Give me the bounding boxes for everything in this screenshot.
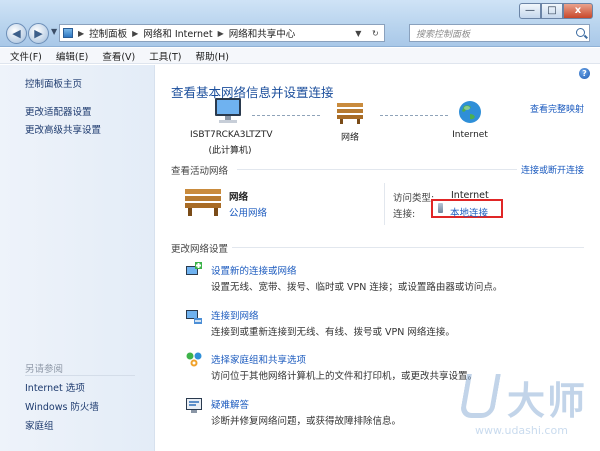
breadcrumb-separator-icon[interactable]: ▶	[132, 29, 138, 38]
page-title: 查看基本网络信息并设置连接	[171, 85, 334, 100]
connection-label: 连接:	[393, 209, 416, 220]
map-link-line	[252, 115, 320, 116]
breadcrumb-separator-icon[interactable]: ▶	[218, 29, 224, 38]
close-button[interactable]: x	[563, 3, 593, 19]
minimize-button[interactable]: —	[519, 3, 541, 19]
map-link-line	[380, 115, 448, 116]
help-icon[interactable]: ?	[579, 68, 590, 79]
search-icon[interactable]	[576, 28, 585, 37]
connect-network-icon	[186, 310, 202, 324]
connect-disconnect-link[interactable]: 连接或断开连接	[521, 163, 584, 176]
local-connection-link[interactable]: 本地连接	[450, 205, 488, 219]
troubleshoot-desc: 诊断并修复网络问题，或获得故障排除信息。	[211, 416, 402, 427]
see-full-map-link[interactable]: 查看完整映射	[530, 102, 584, 115]
menu-edit[interactable]: 编辑(E)	[56, 49, 88, 63]
windows-firewall-link[interactable]: Windows 防火墙	[25, 399, 99, 413]
address-bar[interactable]: ▶ 控制面板 ▶ 网络和 Internet ▶ 网络和共享中心 ▼ ↻	[59, 24, 385, 42]
breadcrumb-item[interactable]: 网络和共享中心	[229, 26, 296, 40]
homegroup-icon	[186, 352, 202, 367]
computer-sub: (此计算机)	[208, 146, 252, 156]
refresh-icon[interactable]: ↻	[372, 29, 379, 38]
history-dropdown-icon[interactable]: ▼	[51, 27, 57, 36]
network-node-label: 网络	[340, 133, 359, 143]
troubleshoot-link[interactable]: 疑难解答	[211, 397, 249, 411]
homegroup-sharing-link[interactable]: 选择家庭组和共享选项	[211, 352, 306, 366]
address-dropdown-icon[interactable]: ▼	[355, 29, 361, 38]
active-network-name: 网络	[229, 192, 249, 203]
access-type-label: 访问类型:	[393, 193, 435, 204]
new-connection-icon	[186, 262, 202, 275]
breadcrumb-separator-icon[interactable]: ▶	[78, 29, 84, 38]
section-divider	[232, 247, 584, 248]
section-divider	[237, 169, 517, 170]
search-input[interactable]: 搜索控制面板	[409, 24, 590, 42]
ethernet-plug-icon	[438, 203, 443, 213]
control-panel-home-link[interactable]: 控制面板主页	[25, 76, 82, 90]
menu-tools[interactable]: 工具(T)	[149, 49, 181, 63]
connect-to-network-desc: 连接到或重新连接到无线、有线、拨号或 VPN 网络连接。	[211, 327, 455, 338]
left-task-pane: 控制面板主页 更改适配器设置 更改高级共享设置 另请参阅 Internet 选项…	[0, 65, 155, 451]
change-settings-heading: 更改网络设置	[171, 244, 229, 255]
menu-bar: 文件(F) 编辑(E) 查看(V) 工具(T) 帮助(H)	[0, 48, 600, 64]
menu-view[interactable]: 查看(V)	[102, 49, 135, 63]
breadcrumb-item[interactable]: 网络和 Internet	[143, 26, 212, 40]
see-also-heading: 另请参阅	[25, 364, 64, 375]
breadcrumb-item[interactable]: 控制面板	[89, 26, 127, 40]
change-advanced-sharing-link[interactable]: 更改高级共享设置	[25, 122, 101, 136]
see-also-divider	[25, 375, 135, 376]
homegroup-link[interactable]: 家庭组	[25, 418, 54, 432]
connect-to-network-link[interactable]: 连接到网络	[211, 308, 259, 322]
forward-button[interactable]: ▶	[28, 23, 49, 44]
back-button[interactable]: ◀	[6, 23, 27, 44]
internet-node-label: Internet	[452, 130, 488, 140]
network-info-divider	[384, 183, 385, 225]
troubleshoot-icon	[186, 398, 202, 413]
menu-help[interactable]: 帮助(H)	[195, 49, 229, 63]
network-bench-icon	[185, 189, 221, 216]
active-networks-heading: 查看活动网络	[171, 166, 229, 177]
internet-options-link[interactable]: Internet 选项	[25, 380, 85, 394]
search-placeholder: 搜索控制面板	[416, 29, 471, 40]
network-bench-icon	[337, 103, 363, 124]
control-panel-icon	[63, 28, 73, 38]
computer-icon	[215, 98, 241, 123]
network-type-link[interactable]: 公用网络	[229, 205, 267, 219]
computer-name: ISBT7RCKA3LTZTV	[190, 130, 273, 140]
maximize-button[interactable]: □	[541, 3, 563, 19]
internet-globe-icon	[459, 101, 481, 123]
homegroup-sharing-desc: 访问位于其他网络计算机上的文件和打印机，或更改共享设置。	[211, 371, 478, 382]
change-adapter-settings-link[interactable]: 更改适配器设置	[25, 104, 92, 118]
menu-file[interactable]: 文件(F)	[10, 49, 42, 63]
setup-new-connection-desc: 设置无线、宽带、拨号、临时或 VPN 连接；或设置路由器或访问点。	[211, 282, 503, 293]
setup-new-connection-link[interactable]: 设置新的连接或网络	[211, 263, 297, 277]
